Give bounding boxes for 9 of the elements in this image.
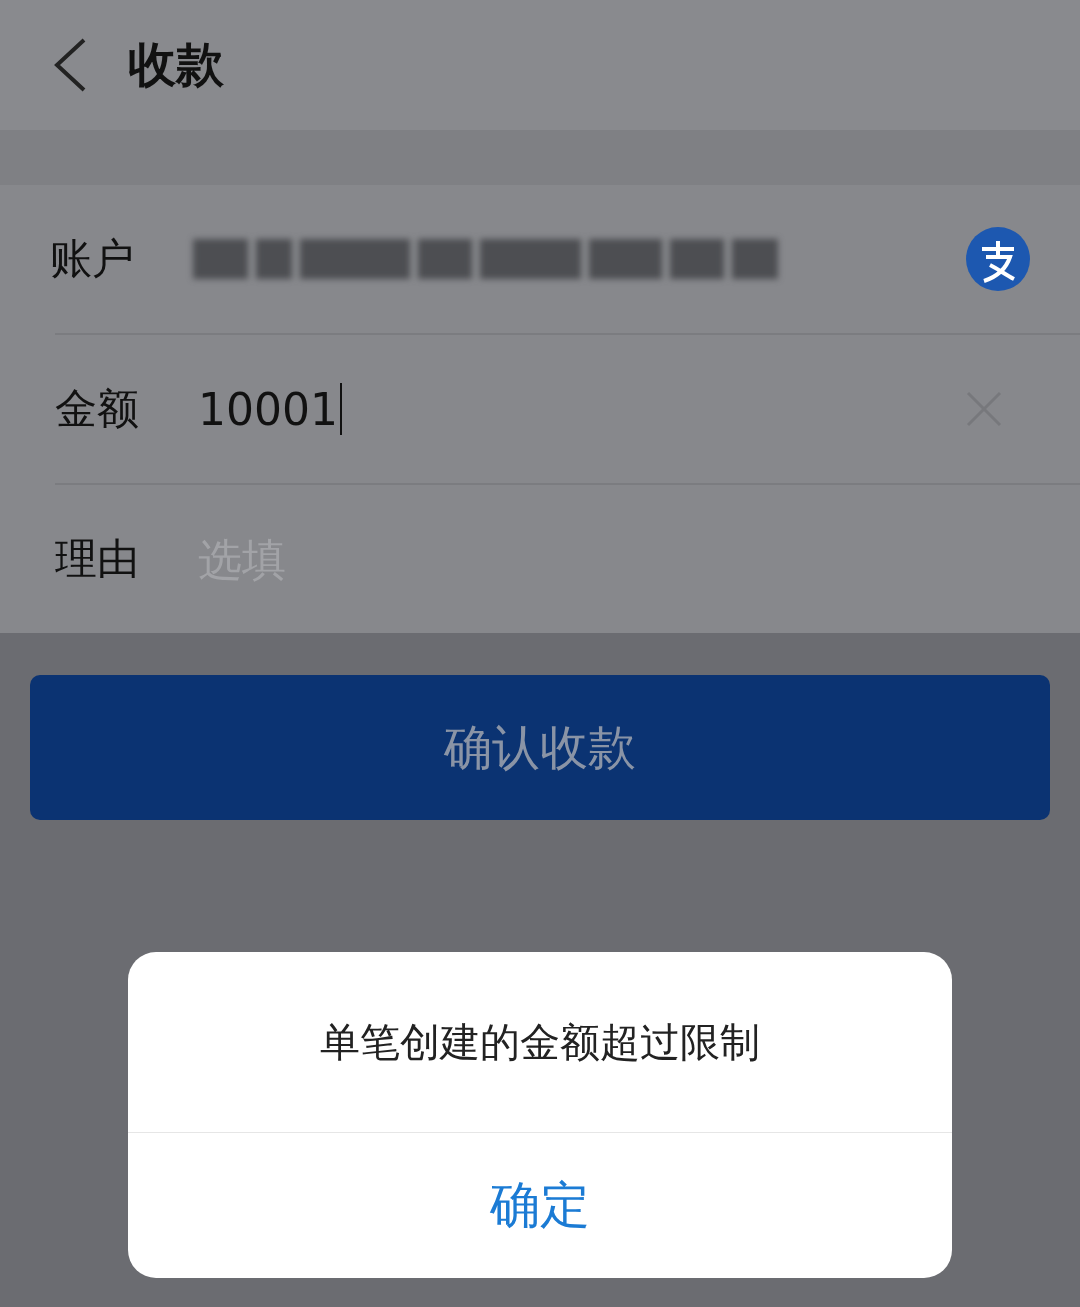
back-icon[interactable] (52, 37, 88, 93)
dialog-message: 单笔创建的金额超过限制 (320, 1017, 760, 1067)
field-label: 金额 (55, 383, 140, 435)
ok-button[interactable]: 确定 (128, 1132, 952, 1278)
page-title: 收款 (128, 35, 224, 94)
payment-logo-icon (966, 227, 1030, 291)
field-label: 理由 (55, 533, 140, 585)
amount-input[interactable]: 10001 (198, 383, 342, 435)
field-label: 账户 (50, 233, 135, 285)
